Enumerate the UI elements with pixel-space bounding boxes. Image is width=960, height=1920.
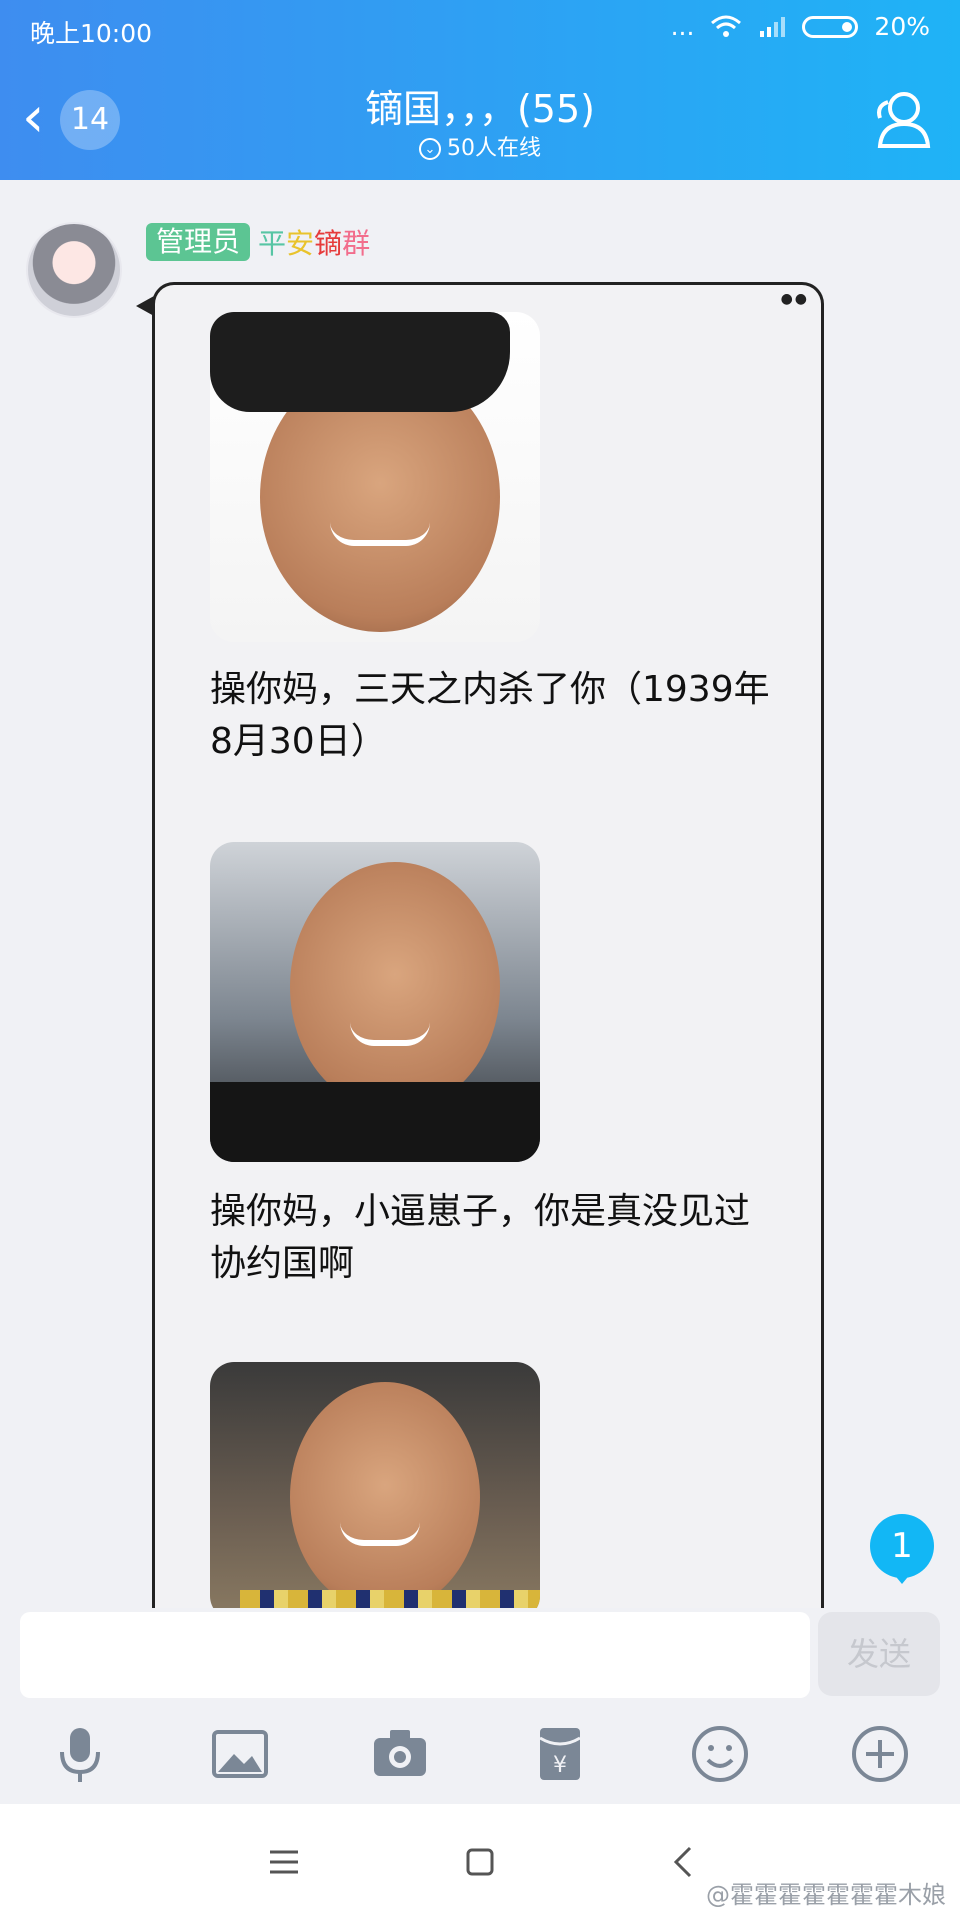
camera-icon[interactable] bbox=[368, 1722, 432, 1786]
sender-name-part: 镝 bbox=[314, 227, 343, 260]
message-caption: 操你妈，小逼崽子，你是真没见过协约国啊 bbox=[210, 1191, 751, 1284]
status-time: 晚上10:00 bbox=[30, 19, 153, 48]
menu-icon[interactable] bbox=[264, 1842, 304, 1882]
group-members-icon[interactable] bbox=[866, 88, 936, 152]
message-photo[interactable] bbox=[210, 1362, 540, 1620]
message-caption: 操你妈，三天之内杀了你（1939年8月30日） bbox=[210, 669, 770, 762]
smile-image bbox=[340, 1522, 420, 1546]
image-icon[interactable] bbox=[208, 1722, 272, 1786]
sender-info: 管理员 平安镝群 bbox=[146, 222, 370, 262]
chat-header: 晚上10:00 ... 20% ‹ 14 镝国，，，(55) ⌄ 50人在线 bbox=[0, 0, 960, 180]
smile-image bbox=[330, 522, 430, 546]
admin-badge: 管理员 bbox=[146, 223, 251, 261]
send-button[interactable]: 发送 bbox=[818, 1612, 940, 1696]
sender-avatar[interactable] bbox=[26, 222, 122, 318]
back-nav-icon[interactable] bbox=[664, 1842, 704, 1882]
battery-level: 20% bbox=[874, 12, 930, 41]
sender-name-part: 平 bbox=[258, 227, 287, 260]
coat-image bbox=[210, 1082, 540, 1162]
input-bar: 发送 bbox=[0, 1608, 960, 1704]
sender-name-part: 安 bbox=[286, 227, 315, 260]
input-toolbar: ¥ bbox=[0, 1704, 960, 1804]
signal-icon bbox=[760, 16, 786, 37]
group-title[interactable]: 镝国，，，(55) bbox=[0, 78, 960, 133]
red-packet-icon[interactable]: ¥ bbox=[528, 1722, 592, 1786]
online-status[interactable]: ⌄ 50人在线 bbox=[0, 130, 960, 162]
plus-icon[interactable] bbox=[848, 1722, 912, 1786]
wifi-icon bbox=[711, 15, 742, 37]
home-icon[interactable] bbox=[460, 1842, 500, 1882]
cap-image bbox=[210, 312, 510, 412]
new-message-badge[interactable]: 1 bbox=[870, 1514, 934, 1584]
watermark: @霍霍霍霍霍霍霍木娘 bbox=[706, 1881, 946, 1909]
bubble-corner-dots: ●● bbox=[780, 291, 809, 307]
face-image bbox=[290, 1382, 480, 1612]
message-photo[interactable] bbox=[210, 842, 540, 1162]
mic-icon[interactable] bbox=[48, 1722, 112, 1786]
sender-name-part: 群 bbox=[342, 227, 371, 260]
emoji-icon[interactable] bbox=[688, 1722, 752, 1786]
system-nav-bar: @霍霍霍霍霍霍霍木娘 bbox=[0, 1804, 960, 1920]
more-dots: ... bbox=[670, 12, 695, 41]
message-input[interactable] bbox=[20, 1612, 810, 1698]
face-image bbox=[290, 862, 500, 1112]
message-photo[interactable] bbox=[210, 312, 540, 642]
battery-icon bbox=[802, 15, 859, 38]
online-count: 50人在线 bbox=[447, 136, 541, 161]
smile-image bbox=[350, 1022, 430, 1046]
status-icons: ... 20% bbox=[671, 12, 930, 41]
status-bar: 晚上10:00 ... 20% bbox=[0, 0, 960, 60]
chevron-down-circle-icon: ⌄ bbox=[419, 138, 441, 160]
svg-text:¥: ¥ bbox=[553, 1753, 567, 1778]
